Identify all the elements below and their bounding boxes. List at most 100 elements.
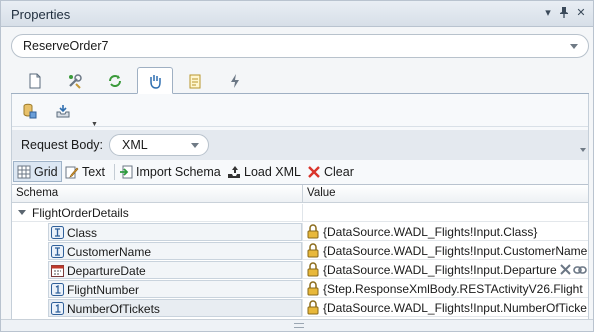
schema-cell: DepartureDate (12, 261, 302, 279)
text-view-label: Text (82, 164, 105, 179)
chevron-down-icon (570, 44, 578, 49)
table-row-root[interactable]: FlightOrderDetails (12, 204, 588, 222)
lock-icon (307, 224, 319, 239)
tab-general[interactable] (17, 69, 53, 93)
column-header-value[interactable]: Value (307, 187, 336, 199)
tab-content: ▼ Request Body: XML Grid Text Import Sch… (11, 94, 589, 328)
value-text: {Step.ResponseXmlBody.RESTActivityV26.Fl… (323, 282, 583, 296)
lock-icon (307, 262, 319, 277)
load-xml-label: Load XML (244, 164, 301, 179)
remove-link-icon[interactable] (560, 264, 571, 275)
schema-node-box: CustomerName (48, 242, 302, 260)
object-selector-dropdown[interactable]: ReserveOrder7 (11, 34, 589, 58)
tools-icon (69, 74, 82, 89)
schema-node-box: FlightNumber (48, 280, 302, 298)
number-type-icon (51, 302, 64, 315)
schema-node-box: Class (48, 223, 302, 241)
hand-icon (150, 74, 161, 89)
table-row[interactable]: NumberOfTickets {DataSource.WADL_Flights… (12, 299, 588, 317)
link-datasource-button[interactable] (18, 100, 40, 122)
toolbar-separator (114, 164, 115, 180)
body-toolbar: Grid Text Import Schema Load XML Clear (12, 161, 588, 183)
value-cell[interactable]: {DataSource.WADL_Flights!Input.Class} (303, 223, 588, 241)
number-type-icon (51, 283, 64, 296)
grid-view-button[interactable]: Grid (13, 161, 62, 182)
tab-strip (11, 67, 589, 94)
row-actions (558, 263, 588, 277)
inbox-download-icon (56, 105, 70, 118)
resize-grip-icon[interactable] (294, 323, 304, 328)
value-cell[interactable]: {DataSource.WADL_Flights!Input.Departure (303, 261, 588, 279)
import-schema-button[interactable]: Import Schema (116, 161, 224, 182)
tab-notes[interactable] (177, 69, 213, 93)
notes-icon (189, 74, 201, 89)
icon-toolbar: ▼ (18, 100, 108, 128)
schema-grid: Schema Value FlightOrderDetails Class {D… (12, 184, 588, 328)
schema-node-name: DepartureDate (67, 264, 146, 278)
load-xml-button[interactable]: Load XML (224, 161, 304, 182)
refresh-arrow-icon (109, 75, 121, 87)
link-chain-icon[interactable] (573, 265, 587, 275)
schema-node-box: DepartureDate (48, 261, 302, 279)
schema-cell: CustomerName (12, 242, 302, 260)
load-xml-icon (228, 165, 240, 178)
tab-input-output[interactable] (137, 67, 173, 94)
column-divider[interactable] (302, 185, 303, 203)
column-header-schema[interactable]: Schema (16, 187, 58, 199)
value-cell[interactable]: {DataSource.WADL_Flights!Input.CustomerN… (303, 242, 588, 260)
tab-checkpoints[interactable] (97, 69, 133, 93)
clear-label: Clear (324, 164, 354, 179)
schema-node-name: CustomerName (67, 245, 152, 259)
grid-view-label: Grid (34, 164, 58, 179)
chevron-down-icon (191, 143, 199, 148)
text-view-button[interactable]: Text (62, 161, 108, 182)
schema-node-name: NumberOfTickets (67, 302, 160, 316)
lock-icon (307, 300, 319, 315)
clear-button[interactable]: Clear (304, 161, 357, 182)
tab-properties[interactable] (57, 69, 93, 93)
tab-events[interactable] (217, 69, 253, 93)
value-cell[interactable]: {Step.ResponseXmlBody.RESTActivityV26.Fl… (303, 280, 588, 298)
value-text: {DataSource.WADL_Flights!Input.NumberOfT… (323, 301, 587, 315)
resize-footer (1, 319, 593, 331)
value-text: {DataSource.WADL_Flights!Input.CustomerN… (323, 244, 588, 258)
request-body-select[interactable]: XML (109, 134, 209, 156)
text-edit-icon (65, 166, 79, 178)
object-selector-value: ReserveOrder7 (23, 39, 109, 53)
calendar-type-icon (51, 265, 64, 277)
root-node-name: FlightOrderDetails (32, 206, 129, 220)
lightning-icon (231, 74, 239, 88)
import-schema-label: Import Schema (136, 164, 221, 179)
table-row[interactable]: CustomerName {DataSource.WADL_Flights!In… (12, 242, 588, 260)
properties-panel: Properties ▾ ✕ ReserveOrder7 ▼ Request B… (0, 0, 594, 332)
value-cell[interactable]: {DataSource.WADL_Flights!Input.NumberOfT… (303, 299, 588, 317)
text-type-icon (51, 226, 64, 239)
collapse-chevron-icon[interactable] (580, 148, 586, 152)
table-row[interactable]: FlightNumber {Step.ResponseXmlBody.RESTA… (12, 280, 588, 298)
value-text: {DataSource.WADL_Flights!Input.Class} (323, 225, 538, 239)
schema-node-box: NumberOfTickets (48, 299, 302, 317)
value-cell (303, 204, 588, 222)
schema-cell: Class (12, 223, 302, 241)
pin-icon[interactable] (557, 6, 571, 20)
request-body-label: Request Body: (21, 138, 103, 152)
panel-menu-icon[interactable]: ▾ (541, 6, 555, 20)
lock-icon (307, 243, 319, 258)
schema-cell: NumberOfTickets (12, 299, 302, 317)
database-link-icon (23, 103, 37, 119)
schema-cell: FlightOrderDetails (12, 204, 302, 222)
import-icon (120, 165, 133, 178)
value-text: {DataSource.WADL_Flights!Input.Departure (323, 263, 557, 277)
panel-title: Properties (11, 7, 71, 22)
title-bar: Properties ▾ ✕ (1, 1, 593, 27)
close-icon[interactable]: ✕ (574, 6, 588, 20)
load-values-button[interactable] (52, 100, 74, 122)
grid-icon (17, 165, 31, 178)
expand-triangle-icon[interactable] (18, 210, 26, 215)
table-row[interactable]: Class {DataSource.WADL_Flights!Input.Cla… (12, 223, 588, 241)
table-row[interactable]: DepartureDate {DataSource.WADL_Flights!I… (12, 261, 588, 279)
schema-node-name: FlightNumber (67, 283, 140, 297)
text-type-icon (51, 245, 64, 258)
document-icon (29, 73, 41, 89)
request-body-row: Request Body: XML (12, 130, 588, 160)
